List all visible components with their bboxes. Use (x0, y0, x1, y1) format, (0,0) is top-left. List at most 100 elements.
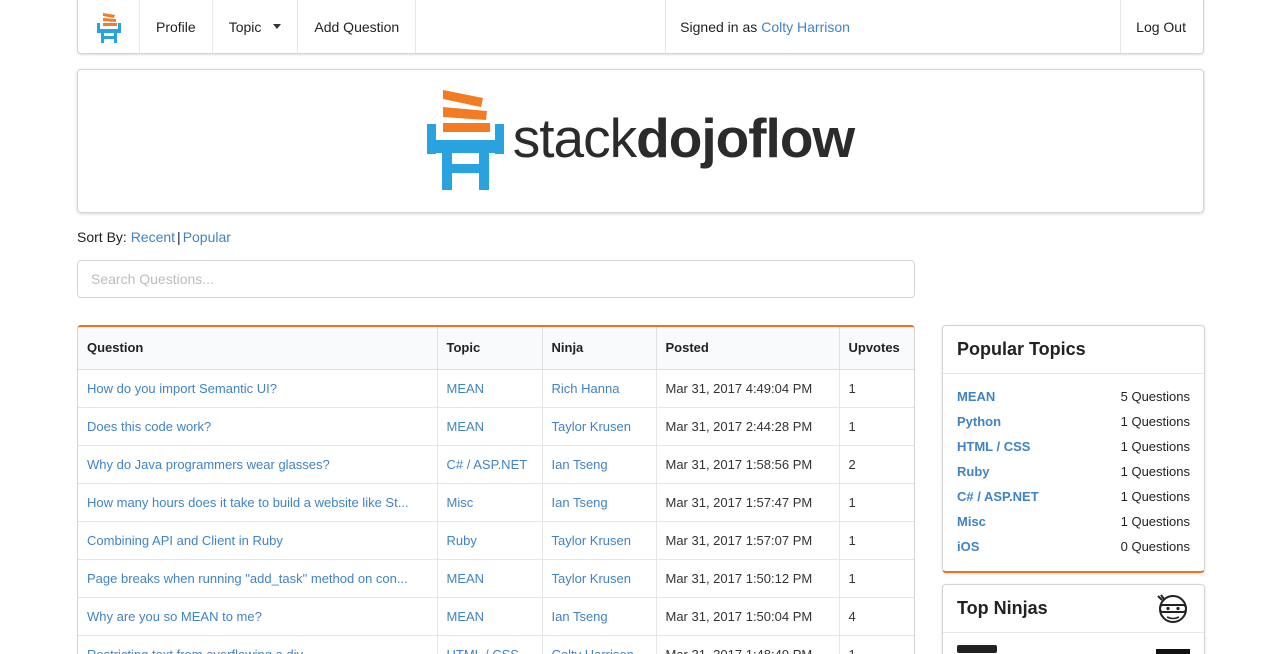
table-row: Page breaks when running "add_task" meth… (78, 559, 914, 598)
cell-question: Combining API and Client in Ruby (78, 521, 437, 560)
questions-table-container: Question Topic Ninja Posted Upvotes How … (77, 325, 915, 654)
search-input[interactable] (77, 260, 915, 298)
question-link[interactable]: Page breaks when running "add_task" meth… (87, 571, 408, 586)
sort-by-bar: Sort By: Recent | Popular (77, 229, 231, 245)
ninja-link[interactable]: Taylor Krusen (552, 419, 631, 434)
topic-list-item: Misc 1 Questions (957, 509, 1190, 534)
cell-topic: MEAN (436, 559, 542, 598)
upvote-count: 1 (848, 418, 856, 434)
topic-question-count: 1 Questions (1120, 464, 1190, 479)
topic-question-count: 1 Questions (1120, 439, 1190, 454)
topic-link[interactable]: MEAN (447, 609, 485, 624)
topic-name-link[interactable]: HTML / CSS (957, 439, 1030, 454)
nav-topic-dropdown[interactable]: Topic (213, 0, 299, 53)
topic-name-link[interactable]: C# / ASP.NET (957, 489, 1039, 504)
question-link[interactable]: Why are you so MEAN to me? (87, 609, 262, 624)
brand-banner: stackdojoflow (77, 69, 1204, 213)
topic-list-item: Ruby 1 Questions (957, 459, 1190, 484)
table-row: Does this code work? MEAN Taylor Krusen Mar… (78, 407, 914, 446)
ninja-face-icon (1157, 593, 1187, 623)
cell-topic: Ruby (436, 521, 542, 560)
header-posted[interactable]: Posted (655, 327, 839, 370)
question-link[interactable]: Does this code work? (87, 419, 211, 434)
cell-upvotes: 1 (838, 483, 914, 522)
topic-name-link[interactable]: Ruby (957, 464, 990, 479)
ninja-name-peek (957, 645, 997, 653)
cell-posted: Mar 31, 2017 1:50:04 PM (655, 597, 839, 636)
topic-link[interactable]: C# / ASP.NET (447, 457, 528, 472)
popular-topics-card: Popular Topics MEAN 5 Questions Python 1 Qu… (942, 325, 1205, 573)
nav-add-question-label: Add Question (314, 18, 400, 35)
posted-date: Mar 31, 2017 1:57:47 PM (665, 494, 813, 510)
caret-down-icon (273, 24, 282, 29)
posted-date: Mar 31, 2017 1:57:07 PM (665, 532, 813, 548)
nav-add-question[interactable]: Add Question (298, 0, 417, 53)
ninja-link[interactable]: Taylor Krusen (552, 533, 631, 548)
question-link[interactable]: How do you import Semantic UI? (87, 381, 277, 396)
topic-name-link[interactable]: MEAN (957, 389, 995, 404)
topic-link[interactable]: MEAN (447, 571, 485, 586)
question-link[interactable]: How many hours does it take to build a w… (87, 495, 409, 510)
ninja-link[interactable]: Ian Tseng (552, 609, 608, 624)
ninja-link[interactable]: Ian Tseng (552, 457, 608, 472)
topic-link[interactable]: Ruby (447, 533, 477, 548)
user-name-link[interactable]: Colty Harrison (761, 19, 850, 35)
ninja-link[interactable]: Rich Hanna (552, 381, 620, 396)
sort-popular-link[interactable]: Popular (183, 229, 231, 245)
ninja-badge-peek (1156, 649, 1190, 654)
sort-by-label: Sort By: (77, 229, 127, 245)
topic-list-item: iOS 0 Questions (957, 534, 1190, 559)
upvote-count: 1 (848, 532, 856, 548)
topic-name-link[interactable]: Misc (957, 514, 986, 529)
home-logo-link[interactable] (78, 0, 140, 53)
question-link[interactable]: Restricting text from overflowing a div (87, 647, 303, 654)
topic-link[interactable]: MEAN (447, 381, 485, 396)
topic-link[interactable]: HTML / CSS (447, 647, 519, 654)
topic-link[interactable]: Misc (447, 495, 474, 510)
cell-upvotes: 1 (838, 407, 914, 446)
posted-date: Mar 31, 2017 1:48:49 PM (665, 646, 813, 654)
table-row: Restricting text from overflowing a div H… (78, 635, 914, 654)
topic-list-item: MEAN 5 Questions (957, 384, 1190, 409)
topic-list-item: Python 1 Questions (957, 409, 1190, 434)
topic-link[interactable]: MEAN (447, 419, 485, 434)
top-nav-bar: Profile Topic Add Question Signed in as … (77, 0, 1204, 54)
cell-question: Why are you so MEAN to me? (78, 597, 437, 636)
nav-spacer (416, 0, 667, 53)
cell-topic: MEAN (436, 597, 542, 636)
topic-question-count: 1 Questions (1120, 514, 1190, 529)
header-upvotes[interactable]: Upvotes (838, 327, 914, 370)
question-link[interactable]: Why do Java programmers wear glasses? (87, 457, 330, 472)
cell-topic: MEAN (436, 369, 542, 408)
cell-question: Page breaks when running "add_task" meth… (78, 559, 437, 598)
topic-list-item: HTML / CSS 1 Questions (957, 434, 1190, 459)
upvote-count: 1 (848, 570, 856, 586)
signed-in-prefix: Signed in as (680, 18, 758, 35)
topic-question-count: 1 Questions (1120, 414, 1190, 429)
popular-topics-header: Popular Topics (943, 326, 1204, 374)
posted-date: Mar 31, 2017 1:50:04 PM (665, 608, 813, 624)
cell-posted: Mar 31, 2017 1:57:07 PM (655, 521, 839, 560)
topic-name-link[interactable]: iOS (957, 539, 979, 554)
brand-logo: stackdojoflow (426, 90, 855, 192)
ninja-link[interactable]: Colty Harrison (552, 647, 634, 654)
ninja-link[interactable]: Taylor Krusen (552, 571, 631, 586)
cell-topic: MEAN (436, 407, 542, 446)
logout-button[interactable]: Log Out (1121, 0, 1203, 53)
cell-question: Does this code work? (78, 407, 437, 446)
ninja-link[interactable]: Ian Tseng (552, 495, 608, 510)
stack-dojo-logo-large-icon (426, 90, 504, 190)
upvote-count: 1 (848, 646, 856, 654)
question-link[interactable]: Combining API and Client in Ruby (87, 533, 283, 548)
header-question[interactable]: Question (78, 327, 437, 370)
header-ninja[interactable]: Ninja (541, 327, 656, 370)
cell-topic: Misc (436, 483, 542, 522)
header-topic[interactable]: Topic (436, 327, 542, 370)
sort-recent-link[interactable]: Recent (131, 229, 175, 245)
brand-text-bold: dojoflow (636, 107, 855, 169)
upvote-count: 1 (848, 494, 856, 510)
topic-list-item: C# / ASP.NET 1 Questions (957, 484, 1190, 509)
topic-name-link[interactable]: Python (957, 414, 1001, 429)
stack-dojo-logo-icon (96, 12, 121, 43)
nav-profile[interactable]: Profile (140, 0, 213, 53)
